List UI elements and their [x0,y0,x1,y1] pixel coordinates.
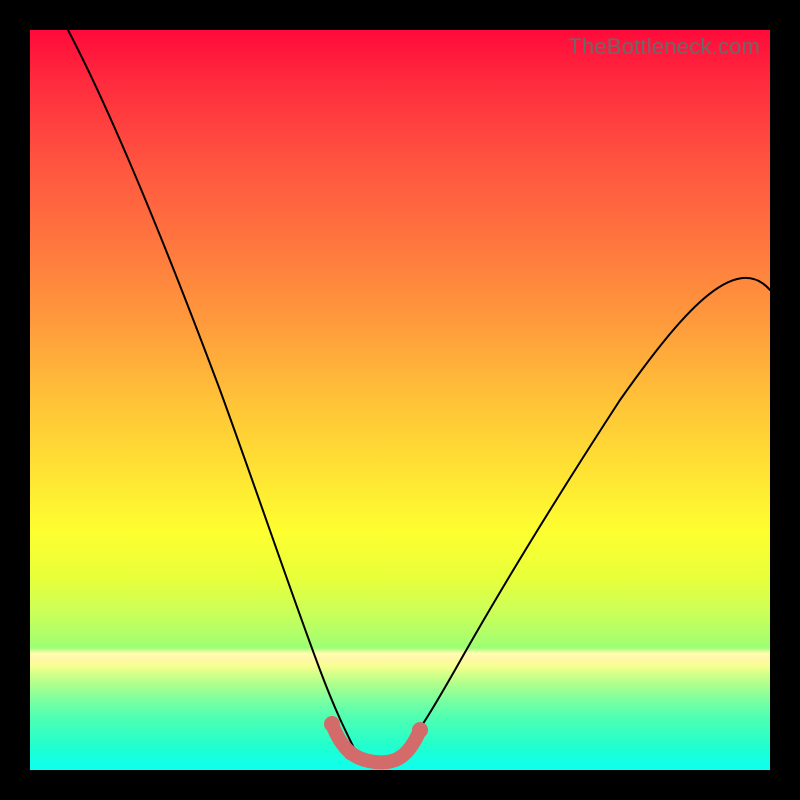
right-curve [405,278,770,750]
valley-dot-mid2 [369,756,381,768]
plot-area: TheBottleneck.com [30,30,770,770]
chart-svg [30,30,770,770]
valley-dot-left [324,716,340,732]
valley-dot-right [412,722,428,738]
valley-dot-mid3 [394,750,406,762]
left-curve [68,30,355,750]
valley-dot-mid1 [344,748,356,760]
chart-frame: TheBottleneck.com [0,0,800,800]
